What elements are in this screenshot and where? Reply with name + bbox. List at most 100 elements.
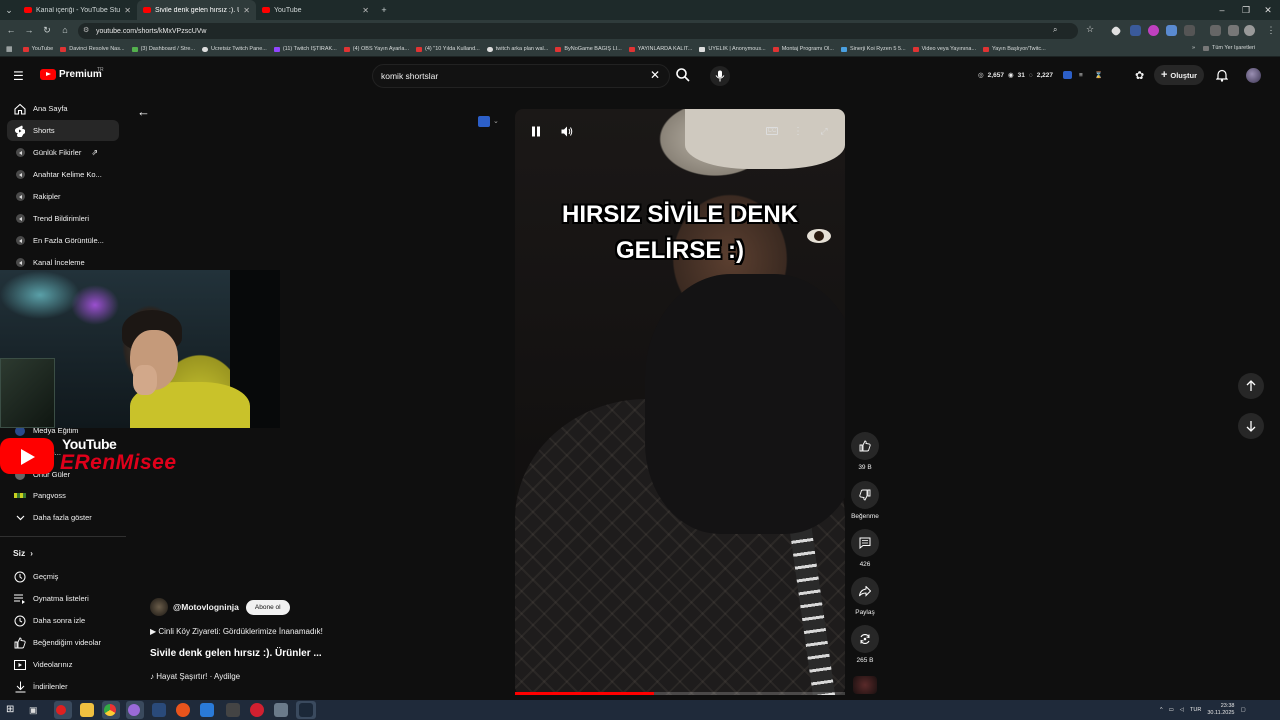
like-button[interactable]: 39 B: [848, 432, 882, 471]
close-window-button[interactable]: ✕: [1256, 0, 1280, 20]
bookmark-item[interactable]: ByNoGame BAĞIŞ Lİ...: [555, 46, 622, 52]
shorts-video-player[interactable]: HIRSIZ SİVİLE DENK GELİRSE :) CC ⋮ ⤢: [515, 109, 845, 695]
channel-thumbnail[interactable]: [853, 676, 877, 694]
search-input[interactable]: komik shortslar: [372, 64, 670, 88]
captions-button[interactable]: CC: [761, 120, 783, 142]
clock[interactable]: 23:38 30.11.2025: [1207, 703, 1234, 717]
video-title[interactable]: Sivile denk gelen hırsız :). Ürünler ...: [150, 648, 322, 659]
firefox-icon[interactable]: [176, 703, 190, 717]
music-link[interactable]: ♪ Hayat Şaşırtır! · Aydilge: [150, 672, 240, 681]
voice-search-button[interactable]: [710, 66, 730, 86]
sidebar-item-watch-later[interactable]: Daha sonra izle: [7, 610, 119, 631]
bookmark-item[interactable]: Video veya Yayınına...: [912, 46, 976, 52]
sidebar-item-liked-videos[interactable]: Beğendiğim videolar: [7, 632, 119, 653]
bookmark-item[interactable]: twitch arka plan wal...: [486, 46, 548, 52]
notifications-bell-icon[interactable]: [1216, 69, 1228, 82]
menu-dots-icon[interactable]: ⋮: [1262, 25, 1280, 36]
windows-start-icon[interactable]: ⊞: [6, 703, 20, 717]
tab-youtube[interactable]: YouTube ✕: [256, 0, 375, 20]
minimize-button[interactable]: –: [1210, 0, 1234, 20]
zoom-icon[interactable]: ⌕: [1053, 25, 1057, 35]
opera-icon[interactable]: [250, 703, 264, 717]
bookmark-item[interactable]: Yayın Başlıyor/Twitc...: [983, 46, 1046, 52]
bookmark-item[interactable]: Ücretsiz Twitch Pane...: [202, 46, 267, 52]
site-info-icon[interactable]: ⚙: [83, 26, 89, 34]
network-icon[interactable]: ▭: [1169, 707, 1174, 713]
bookmark-item[interactable]: Sinerji Koi Ryzen 5 5...: [840, 46, 906, 52]
share-button[interactable]: Paylaş: [848, 577, 882, 616]
address-bar[interactable]: ⚙ youtube.com/shorts/kMxVPzscUVw ⌕ ☆: [78, 23, 1094, 39]
extension-icon[interactable]: [1148, 25, 1159, 36]
apps-grid-icon[interactable]: ▦: [6, 45, 13, 53]
bookmark-item[interactable]: (4) "10 Yılda Kulland...: [416, 46, 480, 52]
bookmark-item[interactable]: (4) OBS Yayın Ayarla...: [343, 46, 409, 52]
pause-button[interactable]: [525, 120, 547, 142]
app-icon[interactable]: [274, 703, 288, 717]
next-short-button[interactable]: [1238, 413, 1264, 439]
subscribe-button[interactable]: Abone ol: [245, 599, 290, 615]
extension-badge-icon[interactable]: [1063, 71, 1073, 79]
tab-current-short[interactable]: Sivile denk gelen hırsız :). Ü ✕: [137, 0, 256, 20]
bookmark-item[interactable]: YouTube: [22, 46, 53, 52]
reload-icon[interactable]: ↻: [38, 25, 56, 36]
close-tab-icon[interactable]: ✕: [362, 6, 369, 15]
extensions-puzzle-icon[interactable]: [1184, 25, 1195, 36]
sidebar-item-channel[interactable]: Pangvoss: [7, 485, 119, 506]
new-tab-button[interactable]: +: [375, 5, 393, 15]
more-options-button[interactable]: ⋮: [787, 120, 809, 142]
create-button[interactable]: + Oluştur: [1154, 65, 1204, 85]
volume-tray-icon[interactable]: ◁: [1180, 707, 1184, 713]
bookmark-star-icon[interactable]: ☆: [1086, 24, 1094, 35]
related-video-link[interactable]: ▶ Cinli Köy Ziyareti: Gördüklerimize İna…: [150, 627, 323, 636]
forward-nav-icon[interactable]: →: [20, 25, 38, 35]
channel-avatar[interactable]: [150, 598, 168, 616]
extension-icon[interactable]: [1166, 25, 1177, 36]
file-explorer-icon[interactable]: [80, 703, 94, 717]
back-nav-icon[interactable]: ←: [2, 25, 20, 35]
sidebar-item-your-videos[interactable]: Videolarınız: [7, 654, 119, 675]
sidebar-item-history[interactable]: Geçmiş: [7, 566, 119, 587]
sidebar-item-subscription[interactable]: En Fazla Görüntüle...: [7, 230, 119, 251]
sidebar-item-shorts[interactable]: Shorts: [7, 120, 119, 141]
bookmark-item[interactable]: Montaj Programı Ol...: [772, 46, 834, 52]
video-progress-bar[interactable]: [515, 692, 845, 695]
bookmarks-overflow-icon[interactable]: »: [1192, 45, 1195, 51]
show-more-button[interactable]: Daha fazla göster: [7, 507, 119, 528]
channel-name[interactable]: @Motovlogninja: [173, 602, 239, 612]
shorts-extension-toggle[interactable]: ⌄: [478, 114, 506, 128]
all-bookmarks-item[interactable]: Tüm Yer İşaretleri: [1203, 45, 1255, 51]
app-icon[interactable]: [226, 703, 240, 717]
hamburger-menu-icon[interactable]: ☰: [13, 70, 25, 82]
sidebar-item-home[interactable]: Ana Sayfa: [7, 98, 119, 119]
vscode-icon[interactable]: [200, 703, 214, 717]
maximize-button[interactable]: ❐: [1234, 0, 1258, 20]
bookmark-item[interactable]: (3) Dashboard / Stre...: [131, 46, 195, 52]
previous-short-button[interactable]: [1238, 373, 1264, 399]
bookmark-item[interactable]: ÜYELİK | Anonymous...: [699, 46, 766, 52]
fullscreen-button[interactable]: ⤢: [813, 120, 835, 142]
clear-search-icon[interactable]: ✕: [650, 68, 660, 82]
extension-icon[interactable]: [1110, 25, 1122, 37]
tab-manager-icon[interactable]: [1228, 25, 1239, 36]
tab-search-button[interactable]: ⌄: [0, 5, 18, 16]
back-arrow-icon[interactable]: ←: [137, 104, 150, 119]
language-indicator[interactable]: TUR: [1190, 707, 1201, 713]
comments-button[interactable]: 426: [848, 529, 882, 568]
notification-center-icon[interactable]: ▢: [1240, 707, 1245, 713]
volume-button[interactable]: [556, 120, 578, 142]
gear-sparkle-icon[interactable]: ✿: [1135, 69, 1144, 82]
close-tab-icon[interactable]: ✕: [243, 6, 250, 15]
sidebar-item-playlists[interactable]: Oynatma listeleri: [7, 588, 119, 609]
you-section-header[interactable]: Siz ›: [13, 548, 33, 558]
close-tab-icon[interactable]: ✕: [124, 6, 131, 15]
tab-youtube-studio[interactable]: Kanal içeriği - YouTube Studio ✕: [18, 0, 137, 20]
list-icon[interactable]: ≡: [1079, 72, 1083, 79]
extension-icon[interactable]: [1130, 25, 1141, 36]
sidebar-item-subscription[interactable]: Günlük Fikirler ⇗: [7, 142, 119, 163]
profile-icon[interactable]: [1244, 25, 1255, 36]
tray-overflow-icon[interactable]: ^: [1160, 707, 1163, 713]
sidebar-item-subscription[interactable]: Anahtar Kelime Ko...: [7, 164, 119, 185]
bookmark-item[interactable]: Davinci Resolve Nas...: [60, 46, 125, 52]
sidebar-item-subscription[interactable]: Trend Bildirimleri: [7, 208, 119, 229]
home-nav-icon[interactable]: ⌂: [56, 25, 74, 35]
